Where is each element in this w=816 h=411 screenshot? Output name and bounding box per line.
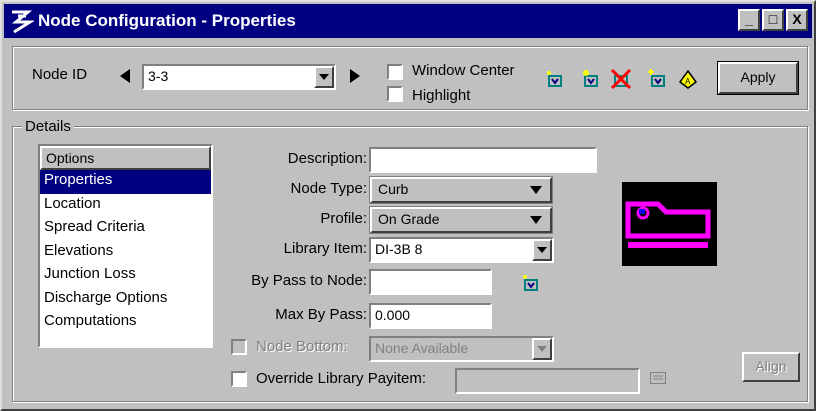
previous-node-icon[interactable] <box>120 69 130 83</box>
list-item-discharge-options[interactable]: Discharge Options <box>40 288 211 312</box>
library-item-dropdown-button[interactable] <box>532 239 552 261</box>
node-bottom-label: Node Bottom: <box>256 338 348 355</box>
node-configuration-window: Node Configuration - Properties _ □ X No… <box>0 0 816 411</box>
window-title: Node Configuration - Properties <box>38 11 296 30</box>
library-item-value: DI-3B 8 <box>375 241 423 257</box>
node-type-label: Node Type: <box>290 180 367 197</box>
node-type-value: Curb <box>378 181 409 197</box>
node-bottom-dropdown-button <box>532 338 552 360</box>
bypass-to-node-input[interactable] <box>369 269 492 295</box>
node-type-select[interactable]: Curb <box>369 176 553 204</box>
node-id-dropdown-button[interactable] <box>314 66 334 88</box>
profile-label: Profile: <box>320 210 367 227</box>
override-payitem-label: Override Library Payitem: <box>256 370 427 387</box>
maximize-button[interactable]: □ <box>762 9 784 31</box>
minimize-button[interactable]: _ <box>738 9 760 31</box>
list-item-junction-loss[interactable]: Junction Loss <box>40 264 211 288</box>
close-button[interactable]: X <box>786 9 808 31</box>
node-preview-image <box>622 182 717 266</box>
details-group-label: Details <box>22 118 74 135</box>
highlight-checkbox[interactable] <box>387 86 403 102</box>
new-node-icon[interactable] <box>647 68 669 90</box>
max-bypass-input[interactable]: 0.000 <box>369 303 492 329</box>
profile-select[interactable]: On Grade <box>369 206 553 234</box>
library-item-label: Library Item: <box>283 240 367 257</box>
window-center-checkbox[interactable] <box>387 64 403 80</box>
list-item-computations[interactable]: Computations <box>40 311 211 335</box>
title-bar[interactable]: Node Configuration - Properties _ □ X <box>4 4 812 38</box>
app-logo-icon <box>11 10 34 34</box>
options-header: Options <box>40 146 211 170</box>
node-id-value: 3-3 <box>148 68 169 84</box>
curb-inlet-preview-icon <box>625 201 711 248</box>
next-node-icon[interactable] <box>350 69 360 83</box>
pick-bypass-node-icon[interactable] <box>520 272 542 294</box>
window-center-label: Window Center <box>412 62 515 79</box>
node-bottom-checkbox <box>231 339 247 355</box>
options-listbox[interactable]: Options Properties Location Spread Crite… <box>38 144 213 348</box>
payitem-browse-icon <box>650 372 666 384</box>
description-input[interactable] <box>369 147 597 173</box>
align-button: Align <box>742 352 800 382</box>
apply-button[interactable]: Apply <box>717 61 799 95</box>
text-node-icon[interactable]: A <box>677 68 699 90</box>
node-bottom-value: None Available <box>375 340 469 356</box>
list-item-properties[interactable]: Properties <box>40 170 211 194</box>
override-payitem-checkbox[interactable] <box>231 371 247 387</box>
highlight-label: Highlight <box>412 87 471 104</box>
node-bottom-select: None Available <box>369 336 554 362</box>
add-node-icon[interactable] <box>580 68 602 90</box>
select-node-icon[interactable] <box>544 68 566 90</box>
list-item-elevations[interactable]: Elevations <box>40 241 211 265</box>
profile-value: On Grade <box>378 211 440 227</box>
list-item-spread-criteria[interactable]: Spread Criteria <box>40 217 211 241</box>
node-id-select[interactable]: 3-3 <box>142 64 336 90</box>
node-id-label: Node ID <box>32 66 88 83</box>
svg-text:A: A <box>685 77 691 86</box>
list-item-location[interactable]: Location <box>40 194 211 218</box>
library-item-select[interactable]: DI-3B 8 <box>369 237 554 263</box>
override-payitem-input <box>455 368 640 394</box>
delete-node-icon[interactable] <box>610 68 632 90</box>
bypass-to-node-label: By Pass to Node: <box>251 272 367 289</box>
max-bypass-label: Max By Pass: <box>275 306 367 323</box>
description-label: Description: <box>287 150 367 167</box>
